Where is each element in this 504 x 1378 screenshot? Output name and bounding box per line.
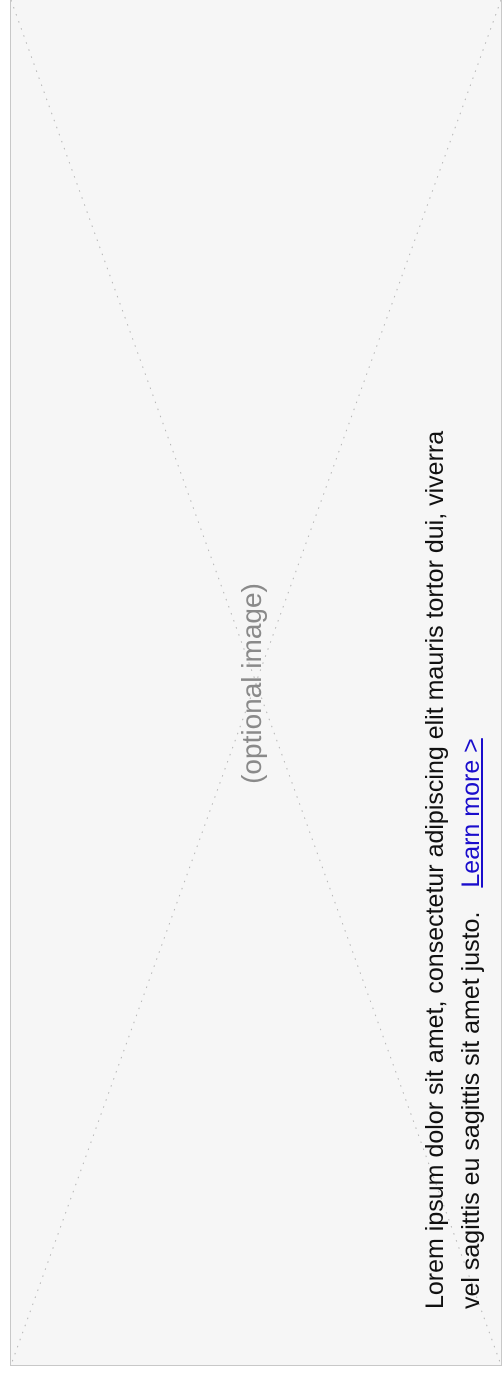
description-line-2-text: vel sagittis eu sagittis sit amet justo. [457, 911, 485, 1309]
image-placeholder-label: (optional image) [236, 583, 267, 784]
description-line-2: vel sagittis eu sagittis sit amet justo.… [453, 59, 489, 1309]
rotated-content: (optional image) Lorem ipsum dolor sit a… [11, 0, 503, 1367]
description-line-1: Lorem ipsum dolor sit amet, consectetur … [421, 430, 449, 1309]
learn-more-link[interactable]: Learn more > [457, 738, 485, 887]
card-description: Lorem ipsum dolor sit amet, consectetur … [417, 59, 489, 1309]
content-card: (optional image) Lorem ipsum dolor sit a… [10, 0, 502, 1366]
